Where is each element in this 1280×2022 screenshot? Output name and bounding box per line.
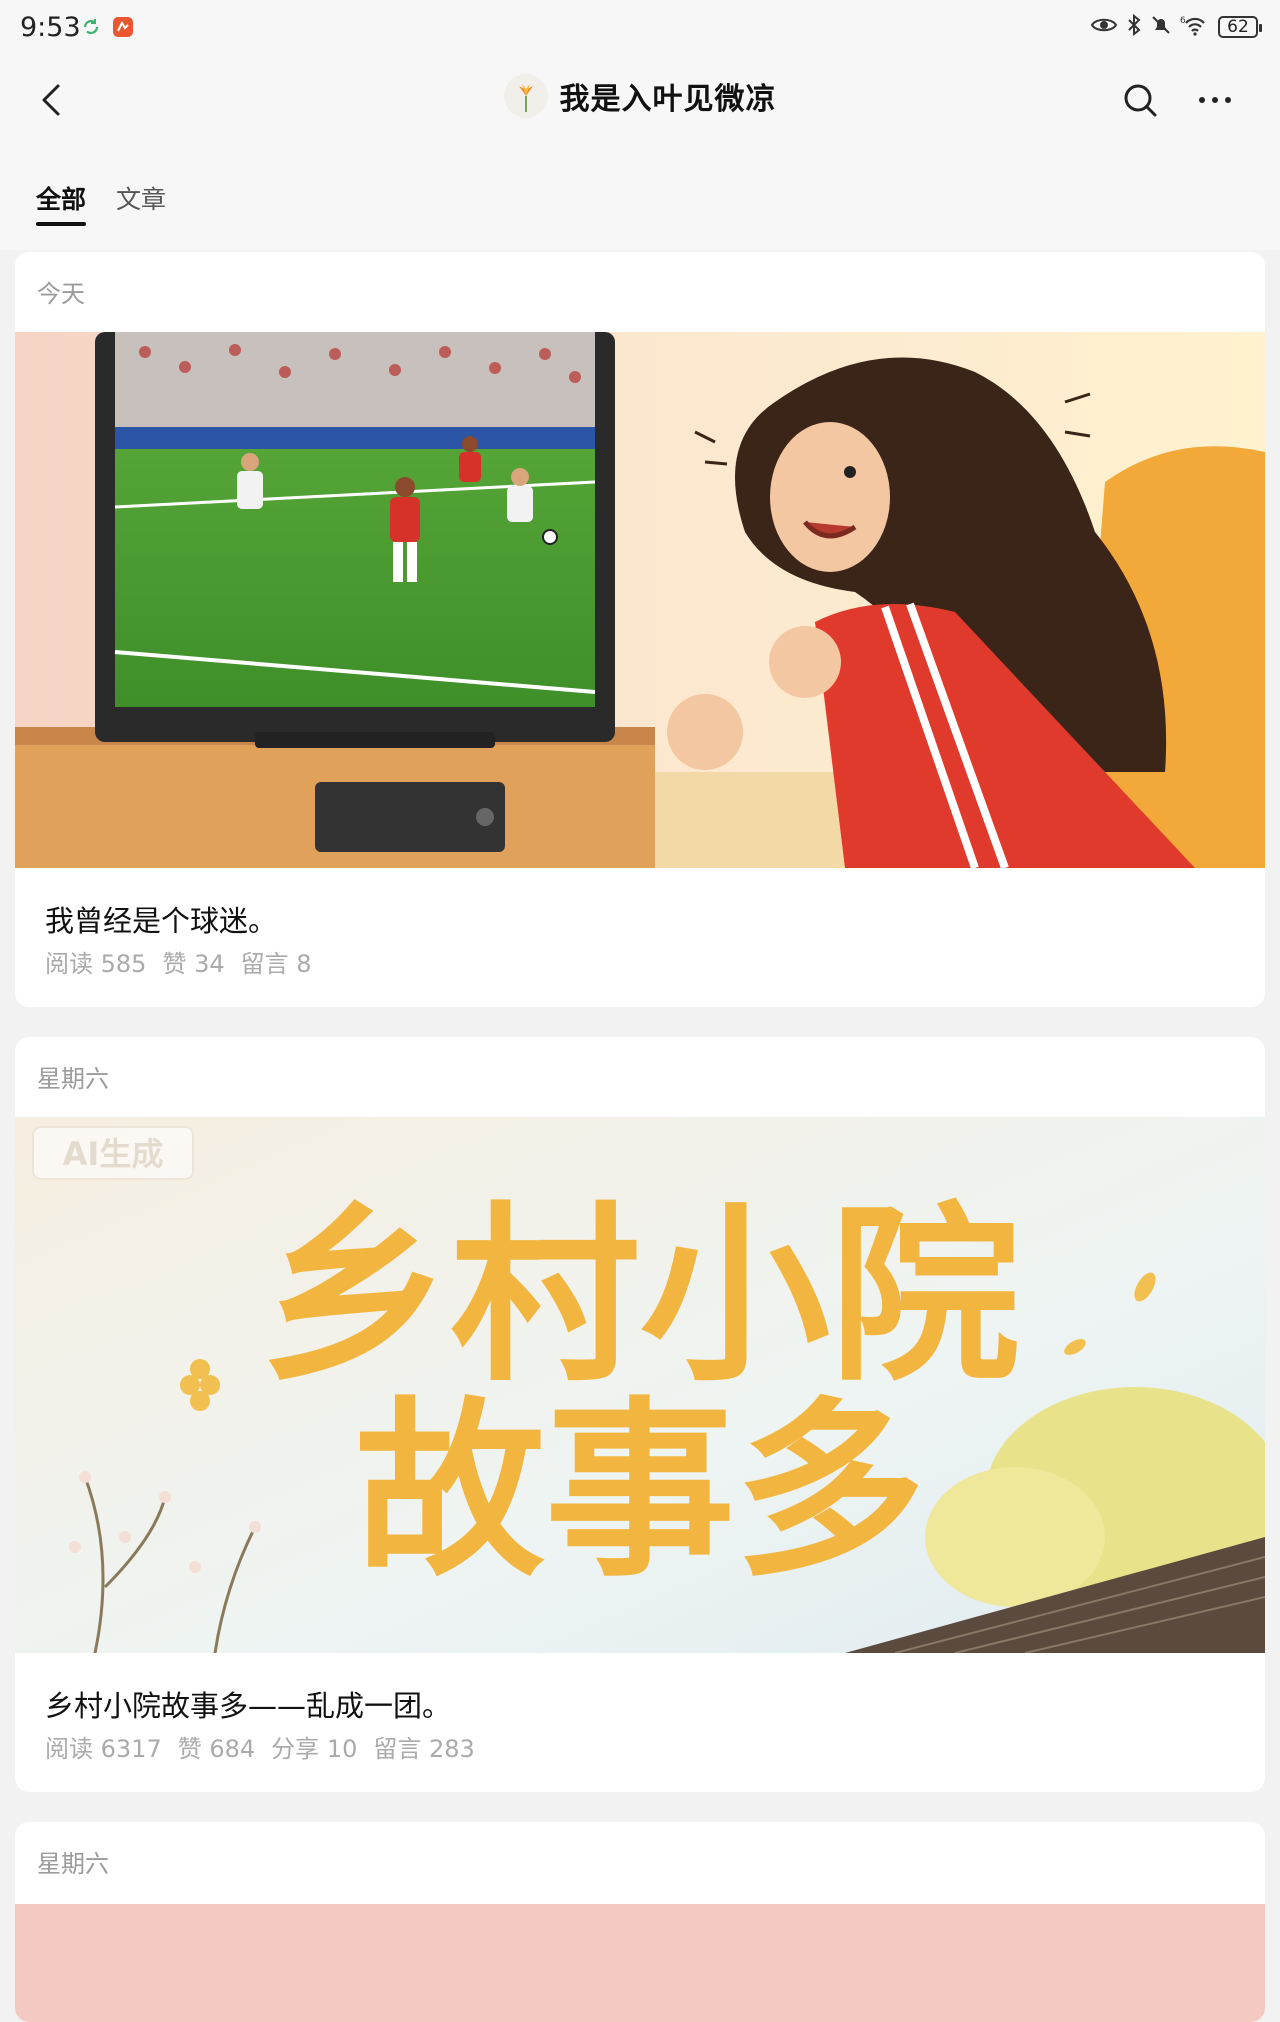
search-icon	[1124, 84, 1157, 117]
article-card[interactable]: 星期六 AI生成 乡村小院 故事多 乡村小院故事多——乱成一团。 阅读 6317…	[15, 1037, 1265, 1792]
stat-reads: 阅读 585	[45, 950, 147, 978]
stat-reads: 阅读 6317	[45, 1735, 162, 1763]
tab-articles[interactable]: 文章	[116, 180, 166, 226]
stat-likes: 赞 684	[177, 1735, 256, 1763]
article-cover-image[interactable]: AI生成 乡村小院 故事多	[15, 1117, 1265, 1653]
article-stats: 阅读 6317 赞 684 分享 10 留言 283	[45, 1729, 475, 1764]
tab-bar: 全部 文章	[36, 180, 166, 226]
sync-icon	[80, 16, 102, 38]
article-date: 今天	[37, 280, 85, 308]
tab-all[interactable]: 全部	[36, 180, 87, 226]
mute-bell-icon	[1150, 14, 1172, 40]
article-card[interactable]: 星期六	[15, 1822, 1265, 2022]
article-card[interactable]: 今天 我曾经是个球迷。 阅读 585 赞 34 留言 8	[15, 252, 1265, 1007]
article-cover-image[interactable]	[15, 1904, 1265, 2022]
cover-title-line1: 乡村小院	[260, 1186, 1020, 1407]
cover-title-line2: 故事多	[355, 1381, 925, 1602]
status-time: 9:53	[20, 12, 81, 43]
page-title: 我是入叶见微凉	[559, 82, 777, 117]
article-date: 星期六	[37, 1850, 109, 1878]
ai-watermark: AI生成	[63, 1135, 164, 1173]
battery-indicator: 62	[1218, 16, 1262, 38]
account-title: 我是入叶见微凉	[0, 74, 1280, 118]
more-button[interactable]	[1190, 78, 1240, 122]
bluetooth-icon	[1126, 13, 1142, 40]
eye-icon	[1090, 15, 1118, 39]
search-button[interactable]	[1118, 78, 1162, 122]
article-date: 星期六	[37, 1065, 109, 1093]
svg-text:6: 6	[1180, 16, 1186, 26]
account-avatar[interactable]	[503, 74, 548, 118]
article-stats: 阅读 585 赞 34 留言 8	[45, 944, 312, 979]
flower-avatar-icon	[503, 74, 548, 118]
article-cover-image[interactable]	[15, 332, 1265, 868]
stat-shares: 分享 10	[271, 1735, 358, 1763]
wifi-icon: 6	[1180, 14, 1210, 40]
status-bar: 9:53 6 62	[0, 0, 1280, 56]
stat-comments: 留言 283	[373, 1735, 475, 1763]
app-notification-icon	[112, 16, 134, 38]
football-fan-illustration	[15, 332, 1265, 868]
status-notification-icons	[80, 16, 134, 38]
stat-likes: 赞 34	[162, 950, 225, 978]
stat-comments: 留言 8	[240, 950, 312, 978]
village-courtyard-illustration: AI生成 乡村小院 故事多	[15, 1117, 1265, 1653]
more-dots-icon	[1199, 97, 1231, 103]
status-right-icons: 6 62	[1090, 13, 1262, 40]
article-title[interactable]: 乡村小院故事多——乱成一团。	[45, 1683, 451, 1725]
article-title[interactable]: 我曾经是个球迷。	[45, 898, 277, 940]
nav-header: 我是入叶见微凉	[0, 60, 1280, 140]
